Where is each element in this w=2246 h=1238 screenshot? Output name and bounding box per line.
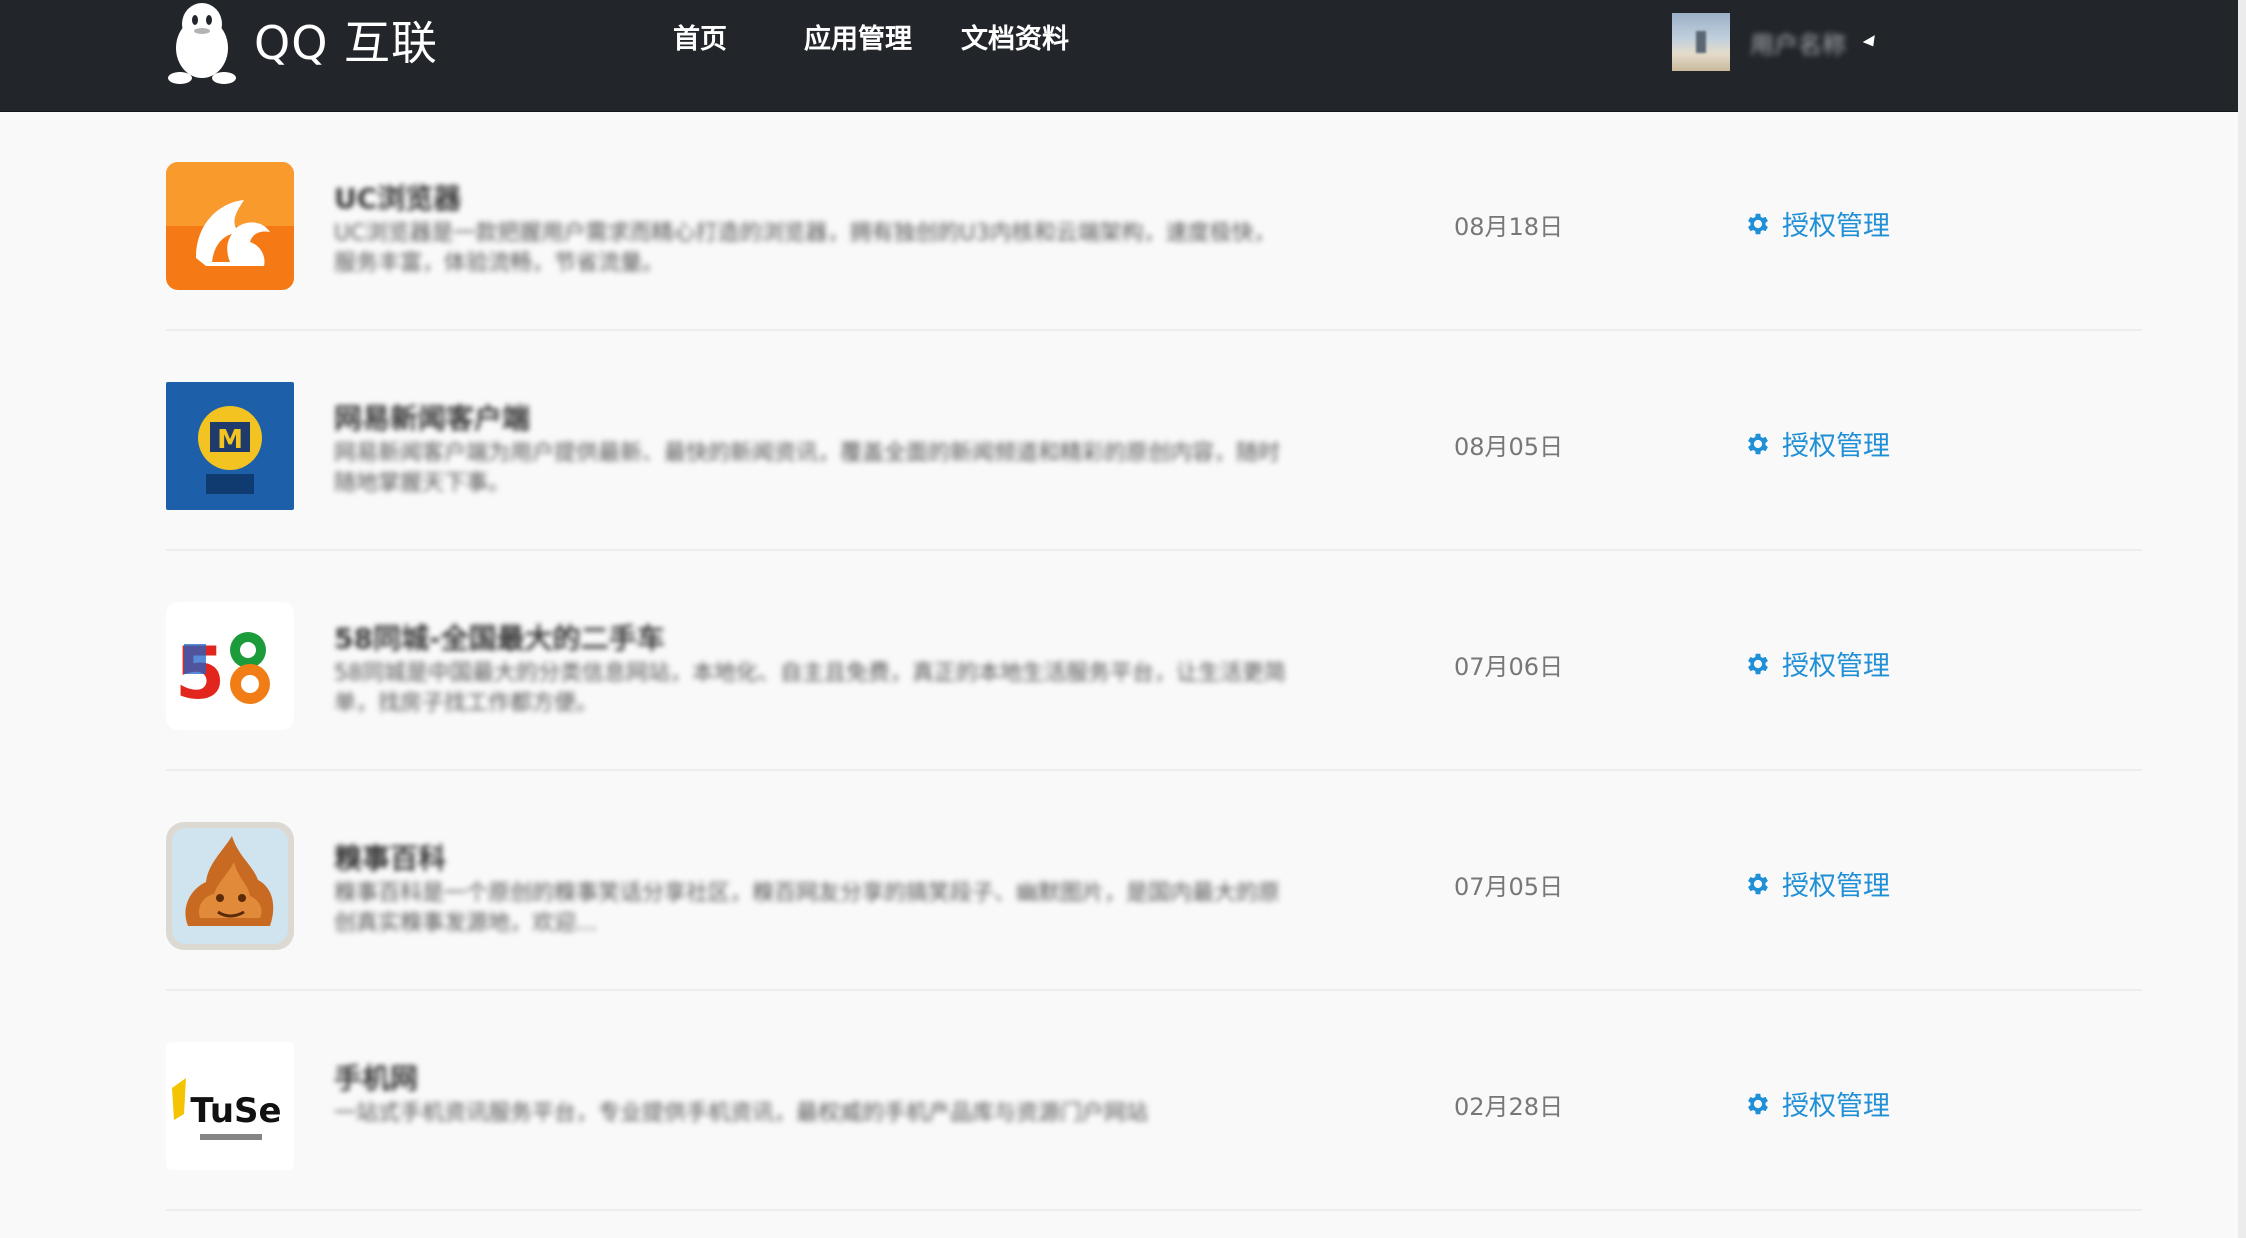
page-scrollbar-track[interactable] <box>2238 0 2246 1238</box>
authorization-date: 07月05日 <box>1454 873 1564 901</box>
gear-icon <box>1748 1093 1768 1114</box>
app-name: 糗事百科 <box>334 842 447 875</box>
list-item: M 网易新闻客户端 网易新闻客户端为用户提供最新、最快的新闻资讯，覆盖全面的新闻… <box>166 331 2142 551</box>
manage-authorization-link[interactable]: 授权管理 <box>1744 864 1890 903</box>
list-item: UC浏览器 UC浏览器是一款把握用户需求而精心打造的浏览器，拥有独创的U3内核和… <box>166 111 2142 331</box>
manage-authorization-link[interactable]: 授权管理 <box>1744 204 1890 243</box>
manage-authorization-label[interactable]: 授权管理 <box>1782 864 1890 903</box>
gear-icon <box>1748 433 1768 454</box>
authorized-app-list: UC浏览器 UC浏览器是一款把握用户需求而精心打造的浏览器，拥有独创的U3内核和… <box>166 111 2142 1211</box>
58-icon: 5 <box>166 602 294 730</box>
page: QQ 互联 首页 应用管理 文档资料 用户名称 UC浏览器 UC浏览器是一款把握… <box>0 0 2246 1238</box>
brand-logo[interactable]: QQ 互联 <box>166 0 438 86</box>
authorization-date: 08月05日 <box>1454 433 1564 461</box>
qq-penguin-icon <box>168 3 236 84</box>
manage-authorization-link[interactable]: 授权管理 <box>1744 644 1890 683</box>
authorization-date: 02月28日 <box>1454 1093 1564 1121</box>
nav-app-management[interactable]: 应用管理 <box>804 18 912 62</box>
app-name: UC浏览器 <box>334 182 462 215</box>
username[interactable]: 用户名称 <box>1750 25 1846 60</box>
qiushi-icon <box>166 822 294 950</box>
manage-authorization-label[interactable]: 授权管理 <box>1782 644 1890 683</box>
uc-browser-icon <box>166 162 294 290</box>
manage-authorization-label[interactable]: 授权管理 <box>1782 1084 1890 1123</box>
manage-authorization-link[interactable]: 授权管理 <box>1744 424 1890 463</box>
nav-home[interactable]: 首页 <box>673 18 727 62</box>
app-description: 一站式手机资讯服务平台，专业提供手机资讯，最权威的手机产品库与资源门户网站 <box>334 1101 1149 1126</box>
svg-text:M: M <box>217 425 243 455</box>
brand-text: QQ 互联 <box>254 16 439 70</box>
app-name: 58同城-全国最大的二手车 <box>334 622 665 655</box>
authorization-date: 08月18日 <box>1454 213 1564 241</box>
authorization-date: 07月06日 <box>1454 653 1564 681</box>
app-description: 网易新闻客户端为用户提供最新、最快的新闻资讯，覆盖全面的新闻频道和精彩的原创内容… <box>334 441 1281 496</box>
gear-icon <box>1748 213 1768 234</box>
manage-authorization-label[interactable]: 授权管理 <box>1782 204 1890 243</box>
list-item: 糗事百科 糗事百科是一个原创的糗事笑话分享社区，糗百网友分享的搞笑段子、幽默图片… <box>166 771 2142 991</box>
manage-authorization-label[interactable]: 授权管理 <box>1782 424 1890 463</box>
top-navigation-bar: QQ 互联 首页 应用管理 文档资料 用户名称 <box>0 0 2242 112</box>
app-name: 手机网 <box>334 1062 419 1095</box>
user-menu[interactable]: 用户名称 <box>1672 12 1880 72</box>
chevron-down-icon[interactable] <box>1862 34 1880 50</box>
app-description: 糗事百科是一个原创的糗事笑话分享社区，糗百网友分享的搞笑段子、幽默图片，是国内最… <box>334 881 1281 936</box>
app-name: 网易新闻客户端 <box>334 402 531 435</box>
svg-text:TuSe: TuSe <box>190 1091 281 1131</box>
news-app-icon: M <box>166 382 294 510</box>
nav-documentation[interactable]: 文档资料 <box>961 18 1069 62</box>
gear-icon <box>1748 653 1768 674</box>
gear-icon <box>1748 873 1768 894</box>
avatar[interactable] <box>1672 13 1730 71</box>
app-description: UC浏览器是一款把握用户需求而精心打造的浏览器，拥有独创的U3内核和云端架构，速… <box>334 221 1276 276</box>
app-description: 58同城是中国最大的分类信息网站，本地化、自主且免费，真正的本地生活服务平台，让… <box>334 661 1286 716</box>
tuse-icon: TuSe <box>166 1042 294 1170</box>
list-item: TuSe 手机网 一站式手机资讯服务平台，专业提供手机资讯，最权威的手机产品库与… <box>166 991 2142 1211</box>
manage-authorization-link[interactable]: 授权管理 <box>1744 1084 1890 1123</box>
list-item: 5 58同城-全国最大的二手车 58同城是中国最大的分类信息网站，本地化、自主且… <box>166 551 2142 771</box>
